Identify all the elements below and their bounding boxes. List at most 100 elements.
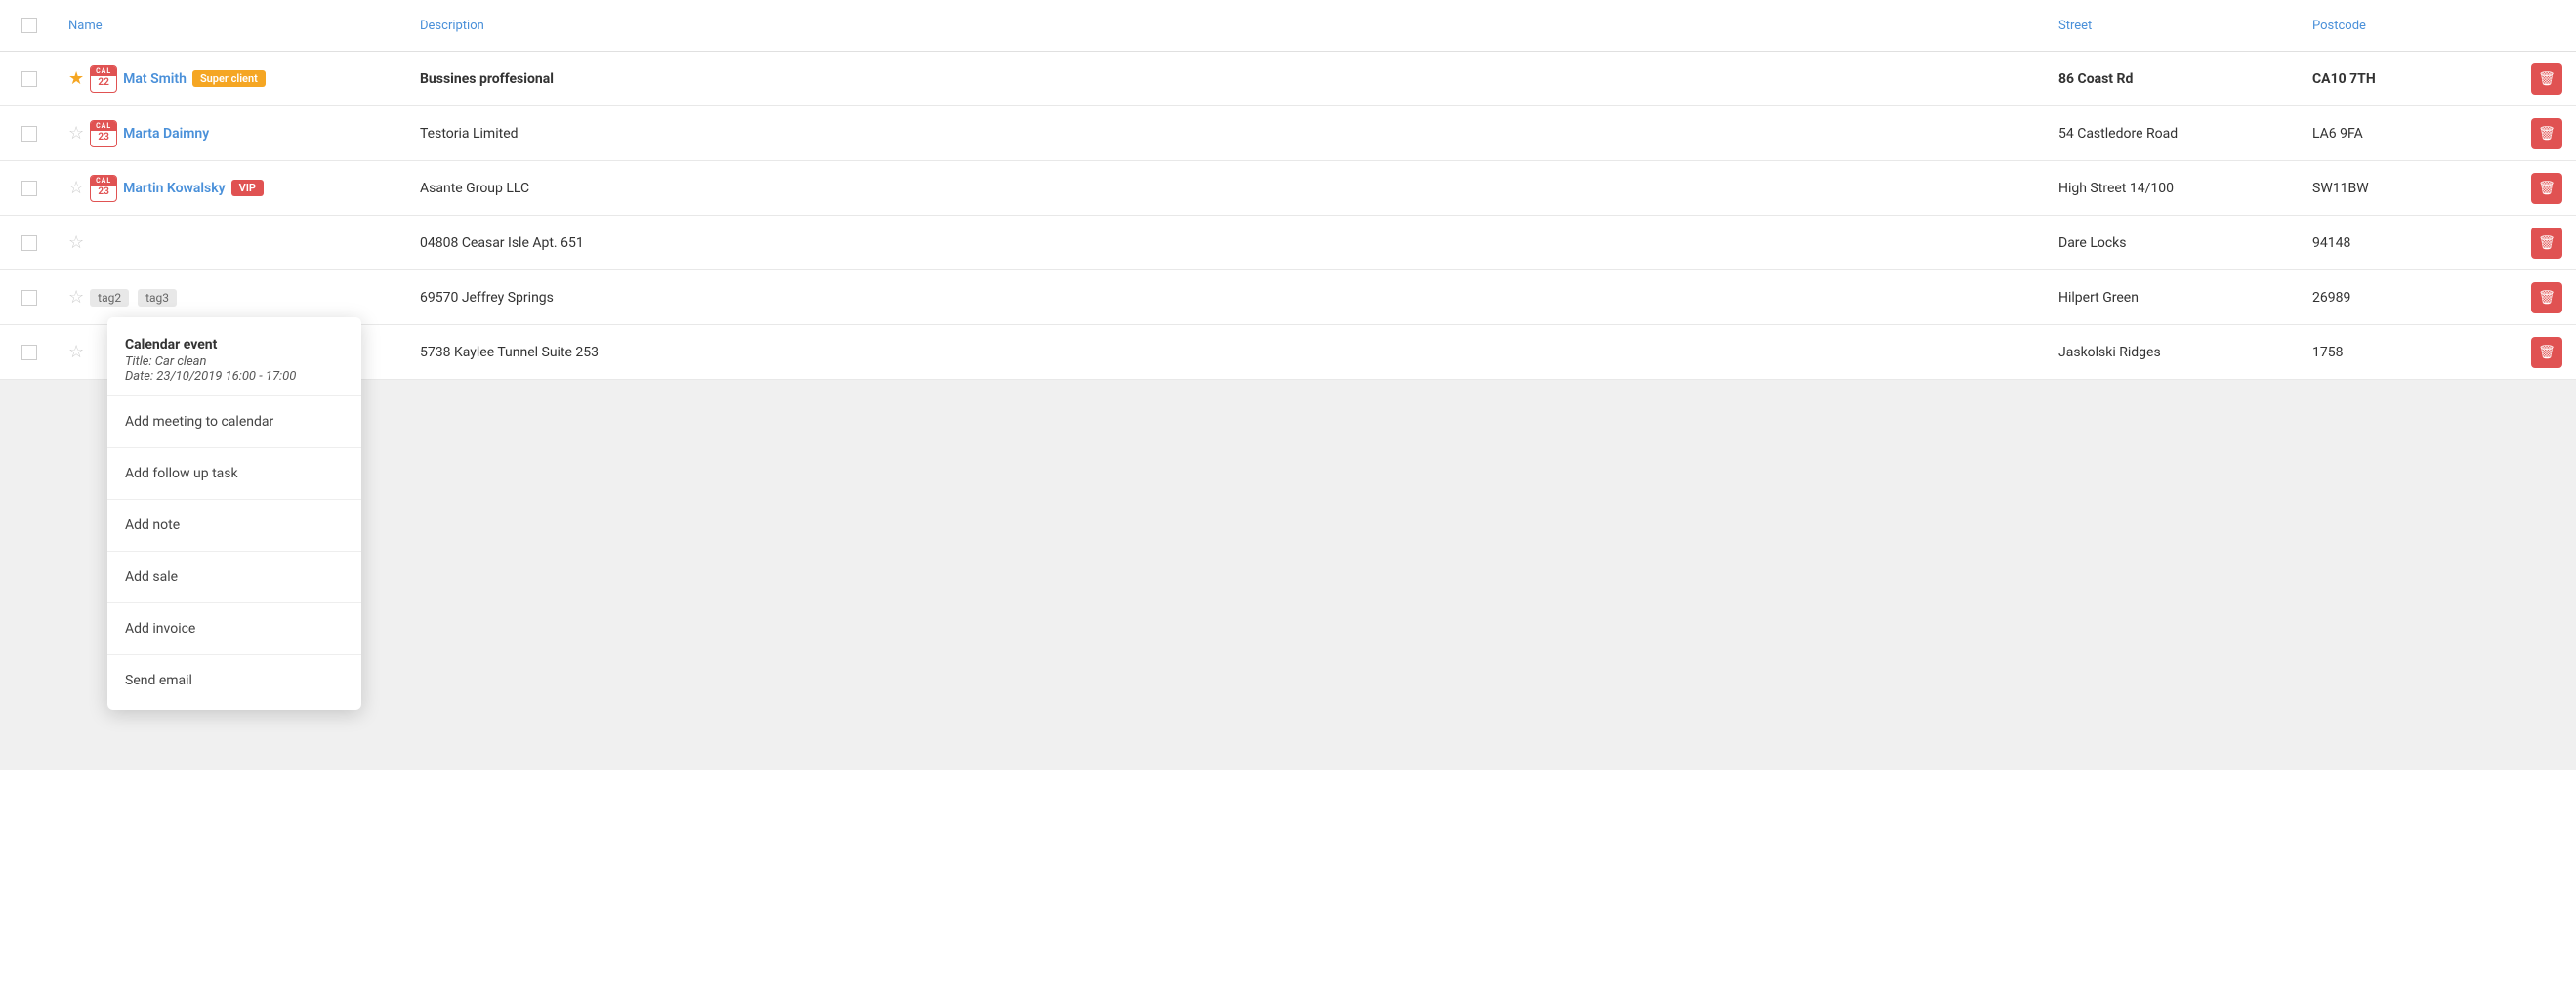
- name-cell: ☆ CAL 23 Marta Daimny: [59, 112, 410, 155]
- star-icon[interactable]: ☆: [68, 123, 84, 144]
- page-background: [0, 380, 2576, 770]
- header-street: Street: [2049, 10, 2303, 41]
- row-checkbox-cell: [0, 173, 59, 204]
- table-row: ☆ 04808 Ceasar Isle Apt. 651 Dare Locks …: [0, 216, 2576, 270]
- description-cell: Asante Group LLC: [410, 173, 2049, 204]
- row-checkbox[interactable]: [21, 71, 37, 87]
- popup-header: Calendar event Title: Car clean Date: 23…: [107, 329, 361, 388]
- popup-item-follow-up[interactable]: Add follow up task: [107, 456, 361, 491]
- action-cell: 🗑: [2517, 329, 2576, 376]
- star-icon[interactable]: ☆: [68, 342, 84, 362]
- row-checkbox-cell: [0, 228, 59, 259]
- popup-event-title-value: Car clean: [155, 354, 207, 369]
- context-menu-popup: Calendar event Title: Car clean Date: 23…: [107, 317, 361, 710]
- name-cell: ☆ CAL 23 Martin Kowalsky VIP: [59, 167, 410, 210]
- calendar-badge[interactable]: CAL 23: [90, 175, 117, 202]
- postcode-value: SW11BW: [2312, 181, 2369, 196]
- postcode-cell: LA6 9FA: [2303, 118, 2517, 149]
- popup-event-title-label: Title:: [125, 354, 152, 369]
- postcode-cell: 26989: [2303, 282, 2517, 313]
- description-cell: Bussines proffesional: [410, 63, 2049, 95]
- delete-button[interactable]: 🗑: [2531, 63, 2562, 95]
- client-name[interactable]: Mat Smith: [123, 71, 187, 87]
- header-postcode: Postcode: [2303, 10, 2517, 41]
- popup-item-add-meeting[interactable]: Add meeting to calendar: [107, 404, 361, 439]
- row-checkbox[interactable]: [21, 181, 37, 196]
- postcode-cell: 1758: [2303, 337, 2517, 368]
- header-actions: [2517, 10, 2576, 41]
- street-value: 54 Castledore Road: [2058, 126, 2178, 142]
- street-value: Jaskolski Ridges: [2058, 345, 2161, 360]
- street-cell: Dare Locks: [2049, 228, 2303, 259]
- row-checkbox[interactable]: [21, 345, 37, 360]
- row-checkbox[interactable]: [21, 126, 37, 142]
- action-cell: 🗑: [2517, 274, 2576, 321]
- popup-divider: [107, 602, 361, 603]
- table-row: ★ CAL 22 Mat Smith Super client Bussines…: [0, 52, 2576, 106]
- street-value: Dare Locks: [2058, 235, 2127, 251]
- delete-button[interactable]: 🗑: [2531, 228, 2562, 259]
- description-cell: Testoria Limited: [410, 118, 2049, 149]
- table-row: ☆ CAL 23 Marta Daimny Testoria Limited 5…: [0, 106, 2576, 161]
- client-name[interactable]: Marta Daimny: [123, 126, 209, 142]
- star-icon[interactable]: ☆: [68, 287, 84, 308]
- street-cell: Jaskolski Ridges: [2049, 337, 2303, 368]
- popup-item-send-email[interactable]: Send email: [107, 663, 361, 698]
- postcode-value: CA10 7TH: [2312, 71, 2376, 87]
- star-icon[interactable]: ☆: [68, 232, 84, 253]
- action-cell: 🗑: [2517, 110, 2576, 157]
- table-header: Name Description Street Postcode: [0, 0, 2576, 52]
- client-name[interactable]: Martin Kowalsky: [123, 181, 225, 196]
- description-cell: 04808 Ceasar Isle Apt. 651: [410, 228, 2049, 259]
- name-cell: ☆: [59, 225, 410, 261]
- popup-event-date-value: 23/10/2019 16:00 - 17:00: [156, 369, 296, 384]
- popup-item-add-note[interactable]: Add note: [107, 508, 361, 543]
- popup-item-add-invoice[interactable]: Add invoice: [107, 611, 361, 646]
- row-checkbox-cell: [0, 337, 59, 368]
- street-cell: 54 Castledore Road: [2049, 118, 2303, 149]
- calendar-badge[interactable]: CAL 23: [90, 120, 117, 147]
- popup-event-date-label: Date:: [125, 369, 153, 384]
- calendar-badge[interactable]: CAL 22: [90, 65, 117, 93]
- description-value: 5738 Kaylee Tunnel Suite 253: [420, 345, 599, 360]
- table-row: ☆ tag2 tag3 69570 Jeffrey Springs Hilper…: [0, 270, 2576, 325]
- popup-event-title: Title: Car clean: [125, 354, 344, 369]
- street-cell: High Street 14/100: [2049, 173, 2303, 204]
- postcode-cell: 94148: [2303, 228, 2517, 259]
- description-value: Bussines proffesional: [420, 71, 554, 87]
- delete-button[interactable]: 🗑: [2531, 173, 2562, 204]
- header-name: Name: [59, 10, 410, 41]
- select-all-checkbox[interactable]: [21, 18, 37, 33]
- delete-button[interactable]: 🗑: [2531, 337, 2562, 368]
- popup-divider: [107, 654, 361, 655]
- description-value: Asante Group LLC: [420, 181, 529, 196]
- action-cell: 🗑: [2517, 220, 2576, 267]
- popup-title: Calendar event: [125, 337, 344, 352]
- street-value: Hilpert Green: [2058, 290, 2139, 306]
- client-badge: VIP: [231, 180, 264, 196]
- popup-divider: [107, 447, 361, 448]
- street-value: 86 Coast Rd: [2058, 71, 2133, 87]
- postcode-value: 94148: [2312, 235, 2350, 251]
- description-value: Testoria Limited: [420, 126, 519, 142]
- client-badge: Super client: [192, 70, 266, 87]
- table-row: ☆ 5738 Kaylee Tunnel Suite 253 Jaskolski…: [0, 325, 2576, 380]
- row-checkbox[interactable]: [21, 235, 37, 251]
- row-checkbox-cell: [0, 118, 59, 149]
- delete-button[interactable]: 🗑: [2531, 118, 2562, 149]
- postcode-value: 1758: [2312, 345, 2343, 360]
- popup-divider: [107, 395, 361, 396]
- row-checkbox[interactable]: [21, 290, 37, 306]
- street-cell: Hilpert Green: [2049, 282, 2303, 313]
- table-row: ☆ CAL 23 Martin Kowalsky VIP Asante Grou…: [0, 161, 2576, 216]
- description-value: 04808 Ceasar Isle Apt. 651: [420, 235, 584, 251]
- delete-button[interactable]: 🗑: [2531, 282, 2562, 313]
- popup-item-add-sale[interactable]: Add sale: [107, 559, 361, 595]
- header-checkbox-cell: [0, 10, 59, 41]
- tag-item: tag3: [138, 289, 177, 307]
- popup-divider: [107, 499, 361, 500]
- star-icon[interactable]: ★: [68, 68, 84, 89]
- star-icon[interactable]: ☆: [68, 178, 84, 198]
- action-cell: 🗑: [2517, 165, 2576, 212]
- popup-event-date: Date: 23/10/2019 16:00 - 17:00: [125, 369, 344, 384]
